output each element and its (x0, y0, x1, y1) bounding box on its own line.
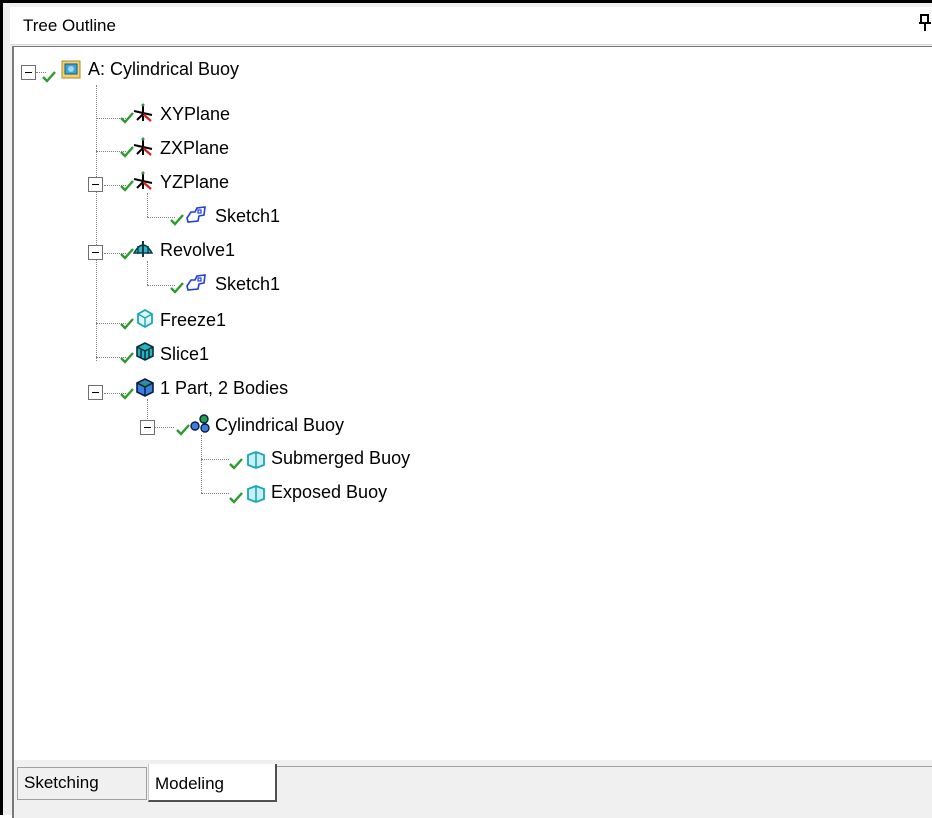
tree-node-parts[interactable]: 1 Part, 2 Bodies (14, 373, 414, 407)
tree-node-label: Freeze1 (160, 310, 227, 330)
tab-modeling[interactable]: Modeling (148, 764, 277, 802)
check-icon (42, 71, 56, 83)
tab-sketching[interactable]: Sketching (17, 767, 147, 800)
tree-node-label: Submerged Buoy (271, 448, 411, 468)
parts-icon (136, 378, 154, 397)
sketch-icon (186, 274, 206, 291)
tree-node-label: Slice1 (160, 344, 210, 364)
plane-axis-icon (133, 103, 153, 122)
check-icon (229, 458, 243, 470)
freeze-icon (137, 308, 153, 329)
tree-view[interactable]: A: Cylindrical Buoy XYPlane ZXPlane YZPl… (12, 46, 932, 760)
tree-node-part[interactable]: Cylindrical Buoy (14, 409, 414, 443)
part-group-icon (190, 414, 210, 433)
body-icon (247, 485, 265, 503)
tree-node-sketch[interactable]: Sketch1 (14, 199, 414, 233)
panel-title-bar: Tree Outline (10, 7, 932, 45)
tree-node-label: Exposed Buoy (271, 482, 388, 502)
tree-node-yzplane[interactable]: YZPlane (14, 165, 414, 199)
tree-node-xyplane[interactable]: XYPlane (14, 97, 414, 131)
tree-node-label: Sketch1 (215, 206, 281, 226)
collapse-button[interactable] (140, 420, 155, 435)
tree-node-label: ZXPlane (160, 138, 230, 158)
tree-node-label: Cylindrical Buoy (215, 415, 345, 435)
tree-node-sketch[interactable]: Sketch1 (14, 267, 414, 301)
tree-node-revolve[interactable]: Revolve1 (14, 233, 414, 267)
sketch-icon (186, 206, 206, 223)
body-icon (247, 451, 265, 469)
tree-node-label: A: Cylindrical Buoy (88, 59, 240, 79)
tree-node-label: Revolve1 (160, 240, 236, 260)
tree-node-label: 1 Part, 2 Bodies (160, 378, 289, 398)
check-icon (229, 492, 243, 504)
check-icon (120, 388, 134, 400)
tree-node-label: Sketch1 (215, 274, 281, 294)
tree-node-body[interactable]: Submerged Buoy (14, 443, 414, 477)
check-icon (120, 352, 134, 364)
tree-node-zxplane[interactable]: ZXPlane (14, 131, 414, 165)
tree-node-label: XYPlane (160, 104, 231, 124)
collapse-button[interactable] (21, 65, 36, 80)
collapse-button[interactable] (88, 385, 103, 400)
tree-node-root[interactable]: A: Cylindrical Buoy (14, 59, 414, 95)
tree-node-slice[interactable]: Slice1 (14, 337, 414, 371)
model-icon (61, 60, 81, 79)
slice-icon (136, 342, 154, 361)
tree-node-freeze[interactable]: Freeze1 (14, 303, 414, 337)
tab-strip-line (277, 766, 932, 767)
pin-icon[interactable] (918, 12, 932, 34)
check-icon (176, 424, 190, 436)
check-icon (170, 282, 184, 294)
tree-node-label: YZPlane (160, 172, 230, 192)
tree-node-body[interactable]: Exposed Buoy (14, 477, 414, 511)
plane-axis-icon (133, 171, 153, 190)
tree-outline-panel: Tree Outline A: Cylindrical Buoy XYPlane… (0, 0, 932, 818)
plane-axis-icon (133, 137, 153, 156)
check-icon (120, 318, 134, 330)
panel-title: Tree Outline (23, 16, 116, 35)
mode-tabs: Sketching Modeling (12, 760, 932, 818)
collapse-button[interactable] (88, 177, 103, 192)
check-icon (170, 214, 184, 226)
revolve-icon (132, 241, 154, 257)
collapse-button[interactable] (88, 245, 103, 260)
